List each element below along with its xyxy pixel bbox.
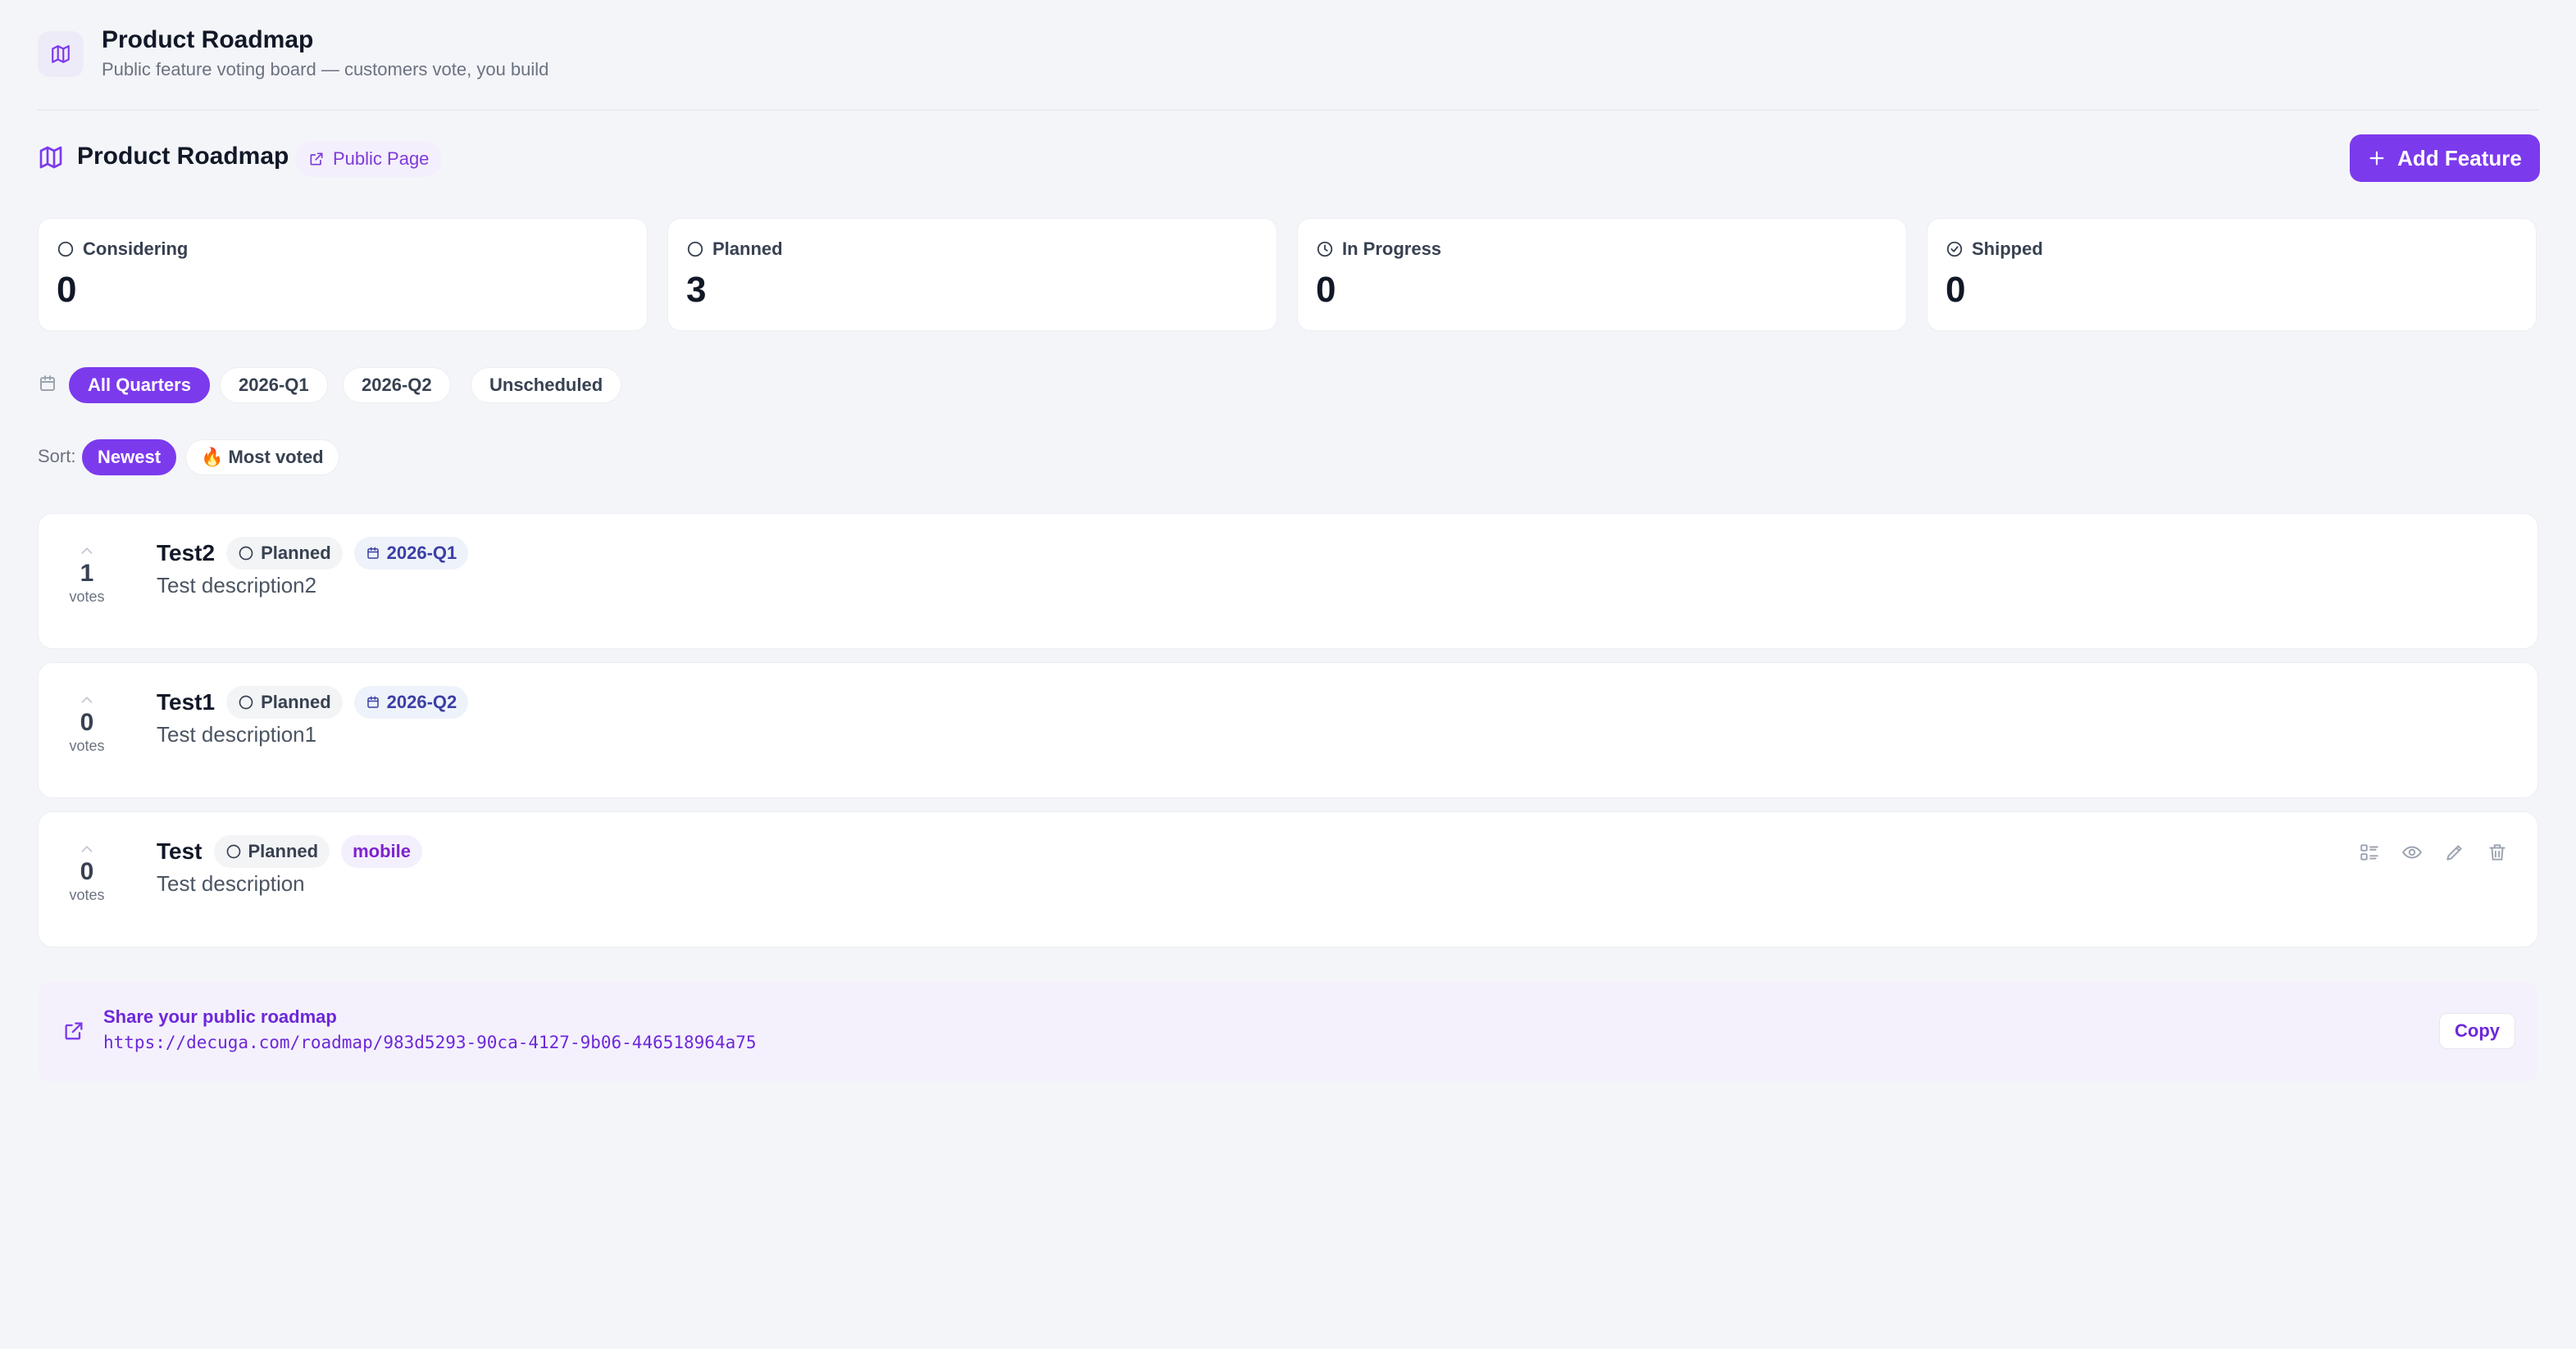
quarter-badge: 2026-Q2 bbox=[353, 686, 469, 719]
share-panel: Share your public roadmap https://decuga… bbox=[38, 982, 2538, 1082]
stat-card-considering: Considering 0 bbox=[38, 218, 648, 331]
clock-icon bbox=[1316, 240, 1334, 258]
add-feature-label: Add Feature bbox=[2397, 145, 2522, 170]
quarter-label: 2026-Q1 bbox=[386, 543, 457, 563]
app-subtitle: Public feature voting board — customers … bbox=[102, 59, 549, 79]
feature-title: Test2 bbox=[157, 540, 216, 565]
tag-badge: mobile bbox=[341, 835, 422, 868]
public-page-link[interactable]: Public Page bbox=[295, 141, 443, 177]
feature-description: Test description bbox=[157, 871, 305, 896]
copy-button[interactable]: Copy bbox=[2439, 1013, 2515, 1049]
check-circle-icon bbox=[1946, 240, 1964, 258]
vote-label: votes bbox=[69, 588, 105, 605]
app-header: Product Roadmap Public feature voting bo… bbox=[0, 0, 2576, 111]
calendar-icon bbox=[366, 695, 380, 710]
header-divider bbox=[38, 109, 2538, 111]
status-badge: Planned bbox=[226, 686, 343, 719]
stat-card-in-progress: In Progress 0 bbox=[1297, 218, 1907, 331]
map-icon bbox=[38, 31, 84, 77]
stat-label: Shipped bbox=[1972, 238, 2043, 259]
vote-label: votes bbox=[69, 738, 105, 754]
feature-row[interactable]: 0 votes Test1 Planned 2026-Q2 Test descr… bbox=[38, 662, 2538, 798]
feature-description: Test description1 bbox=[157, 722, 317, 747]
feature-row[interactable]: 0 votes Test Planned mobile Test descrip… bbox=[38, 811, 2538, 947]
page-title: Product Roadmap bbox=[77, 143, 289, 170]
trash-icon[interactable] bbox=[2487, 842, 2508, 863]
stat-value: 0 bbox=[57, 270, 77, 310]
upvote-icon[interactable] bbox=[61, 694, 112, 706]
circle-icon bbox=[225, 843, 242, 860]
plus-icon bbox=[2368, 149, 2386, 167]
quarter-filter-2026-q1[interactable]: 2026-Q1 bbox=[220, 367, 328, 403]
sort-label: Sort: bbox=[38, 446, 76, 466]
row-actions bbox=[2359, 842, 2508, 863]
status-label: Planned bbox=[248, 841, 319, 861]
quarter-filter-2026-q2[interactable]: 2026-Q2 bbox=[343, 367, 451, 403]
vote-box: 1 votes bbox=[61, 545, 112, 606]
share-title: Share your public roadmap bbox=[103, 1006, 337, 1027]
stat-label: Considering bbox=[83, 238, 189, 259]
checklist-icon[interactable] bbox=[2359, 842, 2380, 863]
status-label: Planned bbox=[261, 543, 331, 563]
vote-count: 1 bbox=[80, 560, 94, 587]
sort-newest[interactable]: Newest bbox=[82, 439, 177, 475]
app-title: Product Roadmap bbox=[102, 26, 314, 53]
feature-description: Test description2 bbox=[157, 573, 317, 597]
upvote-icon[interactable] bbox=[61, 545, 112, 556]
calendar-icon bbox=[38, 374, 57, 393]
vote-box: 0 votes bbox=[61, 843, 112, 904]
feature-title: Test bbox=[157, 838, 203, 864]
map-icon bbox=[38, 144, 64, 170]
stat-value: 3 bbox=[686, 270, 707, 310]
sort-most-voted[interactable]: 🔥 Most voted bbox=[185, 439, 339, 475]
external-link-icon bbox=[62, 1020, 85, 1042]
vote-label: votes bbox=[69, 887, 105, 903]
vote-count: 0 bbox=[80, 709, 94, 736]
vote-count: 0 bbox=[80, 858, 94, 885]
public-page-label: Public Page bbox=[333, 148, 430, 169]
circle-icon bbox=[57, 240, 75, 258]
eye-icon[interactable] bbox=[2401, 842, 2423, 863]
quarter-badge: 2026-Q1 bbox=[353, 537, 469, 570]
circle-icon bbox=[686, 240, 704, 258]
stat-value: 0 bbox=[1946, 270, 1966, 310]
pencil-icon[interactable] bbox=[2444, 842, 2465, 863]
external-link-icon bbox=[308, 151, 325, 167]
circle-icon bbox=[238, 694, 254, 711]
stat-card-planned: Planned 3 bbox=[667, 218, 1277, 331]
feature-title: Test1 bbox=[157, 689, 216, 715]
stat-value: 0 bbox=[1316, 270, 1336, 310]
stat-label: In Progress bbox=[1342, 238, 1442, 259]
quarter-filter-unscheduled[interactable]: Unscheduled bbox=[471, 367, 622, 403]
quarter-label: 2026-Q2 bbox=[386, 692, 457, 712]
vote-box: 0 votes bbox=[61, 694, 112, 755]
stat-card-shipped: Shipped 0 bbox=[1927, 218, 2537, 331]
quarter-filter-all[interactable]: All Quarters bbox=[69, 367, 210, 403]
status-label: Planned bbox=[261, 692, 331, 712]
circle-icon bbox=[238, 545, 254, 561]
feature-row[interactable]: 1 votes Test2 Planned 2026-Q1 Test descr… bbox=[38, 513, 2538, 649]
upvote-icon[interactable] bbox=[61, 843, 112, 855]
calendar-icon bbox=[366, 546, 380, 561]
status-badge: Planned bbox=[213, 835, 330, 868]
share-url: https://decuga.com/roadmap/983d5293-90ca… bbox=[103, 1033, 757, 1052]
add-feature-button[interactable]: Add Feature bbox=[2350, 134, 2540, 182]
status-badge: Planned bbox=[226, 537, 343, 570]
stat-label: Planned bbox=[712, 238, 783, 259]
